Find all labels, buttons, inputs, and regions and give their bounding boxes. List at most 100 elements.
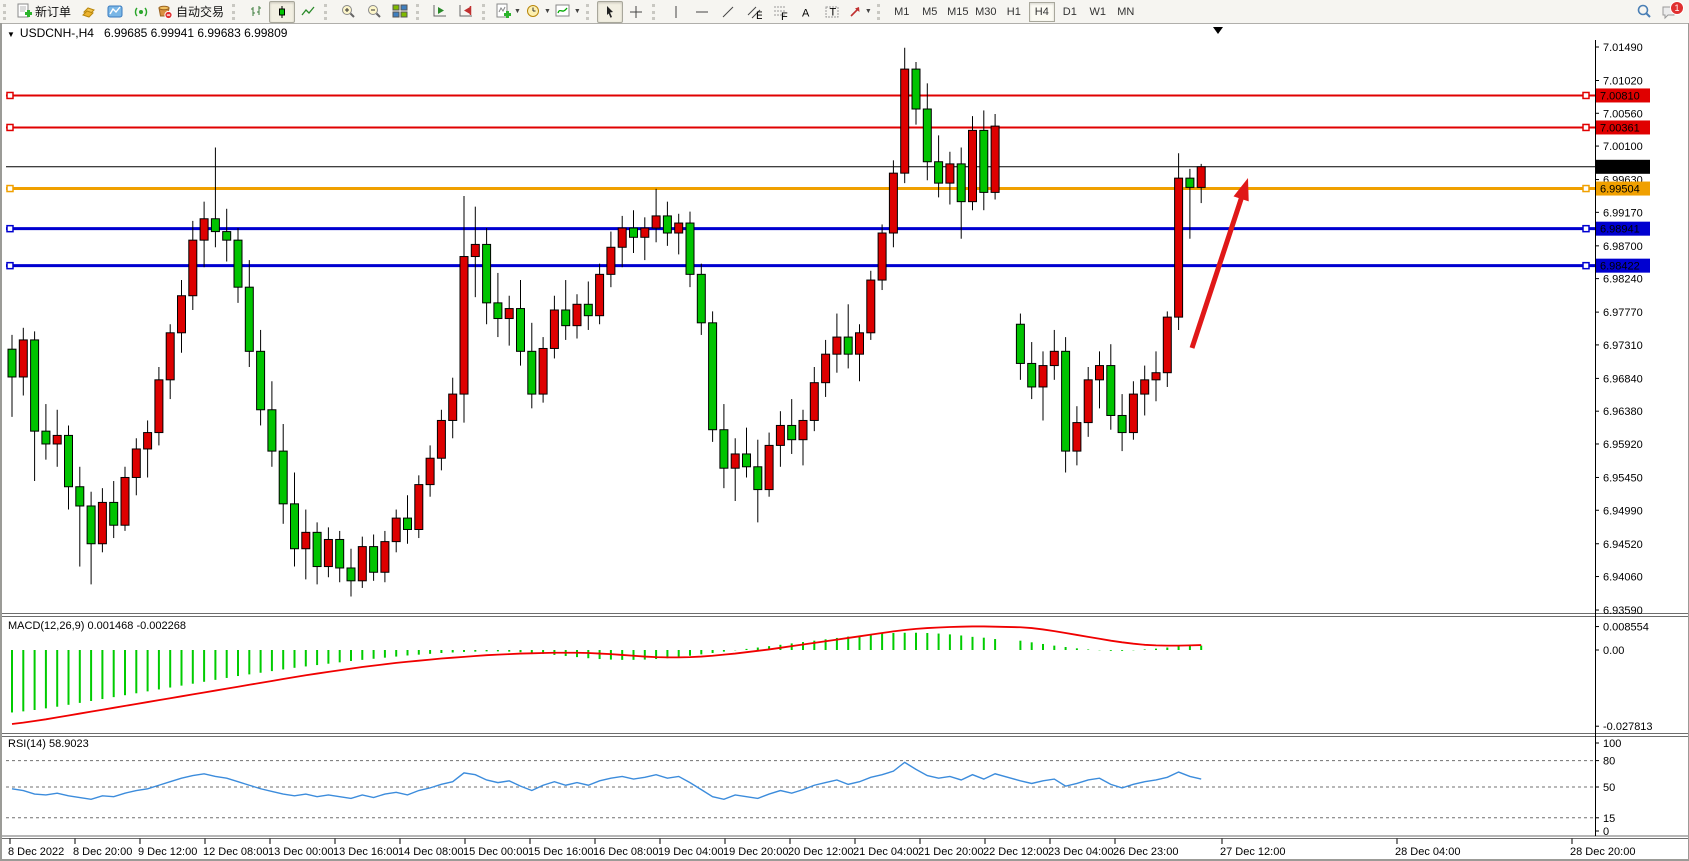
line-handle[interactable] [1583, 186, 1589, 192]
line-handle[interactable] [1583, 263, 1589, 269]
candle-down [1118, 415, 1126, 432]
line-handle[interactable] [1583, 124, 1589, 130]
timeframe-m1[interactable]: M1 [889, 2, 915, 22]
collapse-triangle-icon[interactable]: ▼ [7, 30, 15, 39]
rsi-label-row: RSI(14) 58.9023 [8, 738, 89, 750]
signals-button[interactable] [128, 1, 154, 23]
periods-button[interactable]: ▼ [523, 1, 553, 23]
line-handle[interactable] [7, 186, 13, 192]
time-label: 21 Dec 04:00 [853, 846, 918, 858]
trendline-button[interactable] [715, 1, 741, 23]
candle-up [878, 233, 886, 280]
line-handle[interactable] [7, 124, 13, 130]
candle-down [720, 430, 728, 468]
candle-up [856, 333, 864, 354]
text-button[interactable]: A [793, 1, 819, 23]
time-label: 15 Dec 16:00 [528, 846, 593, 858]
timeframe-h1[interactable]: H1 [1001, 2, 1027, 22]
candle-up [381, 542, 389, 573]
line-handle[interactable] [7, 92, 13, 98]
candlestick-icon [274, 4, 290, 20]
candle-up [1084, 380, 1092, 423]
candle-down [257, 351, 265, 409]
line-handle[interactable] [1583, 226, 1589, 232]
toolbar-grip [877, 4, 884, 20]
fibonacci-button[interactable]: F [767, 1, 793, 23]
arrow-objects-icon [847, 4, 863, 20]
chart-title-row: ▼USDCNH-,H46.99685 6.99941 6.99683 6.998… [7, 26, 287, 40]
candle-down [517, 309, 525, 352]
timeframe-m30[interactable]: M30 [973, 2, 999, 22]
new-order-button[interactable]: 新订单 [14, 1, 76, 23]
timeframe-bar: M1M5M15M30H1H4D1W1MN [888, 2, 1140, 22]
time-label: 26 Dec 23:00 [1113, 846, 1178, 858]
candle-down [1186, 178, 1194, 187]
trend-arrow-line[interactable] [1192, 193, 1243, 348]
candle-down [347, 568, 355, 581]
candle-up [550, 310, 558, 348]
shift-marker[interactable] [1213, 27, 1223, 34]
candle-down [87, 506, 95, 544]
candle-down [935, 162, 943, 183]
timeframe-d1[interactable]: D1 [1057, 2, 1083, 22]
candlestick-chart-button[interactable] [269, 1, 295, 23]
chart-symbol-period: USDCNH-,H4 [20, 26, 94, 40]
line-handle[interactable] [1583, 92, 1589, 98]
timeframe-w1[interactable]: W1 [1085, 2, 1111, 22]
candle-down [483, 244, 491, 302]
timeframe-h4[interactable]: H4 [1029, 2, 1055, 22]
auto-scroll-button[interactable] [453, 1, 479, 23]
zoom-out-button[interactable] [361, 1, 387, 23]
arrows-button[interactable]: ▼ [845, 1, 874, 23]
candle-down [562, 310, 570, 326]
price-tick-label: 6.97770 [1603, 307, 1643, 319]
gold-button[interactable] [76, 1, 102, 23]
bar-chart-button[interactable] [243, 1, 269, 23]
candle-up [324, 539, 332, 566]
rsi-line [12, 762, 1201, 799]
price-tick-label: 6.98240 [1603, 274, 1643, 286]
tile-windows-button[interactable] [387, 1, 413, 23]
equidistant-channel-button[interactable]: E [741, 1, 767, 23]
time-label: 20 Dec 12:00 [788, 846, 853, 858]
time-label: 22 Dec 12:00 [983, 846, 1048, 858]
candle-up [144, 433, 152, 449]
horizontal-line-icon [694, 4, 710, 20]
candle-down [404, 518, 412, 529]
candle-up [1096, 366, 1104, 380]
candle-down [42, 431, 50, 444]
candle-down [370, 547, 378, 573]
price-tick-label: 6.95920 [1603, 439, 1643, 451]
candle-down [1062, 351, 1070, 451]
time-label: 28 Dec 20:00 [1570, 846, 1635, 858]
candle-up [901, 69, 909, 173]
text-label-button[interactable]: T [819, 1, 845, 23]
crosshair-button[interactable] [623, 1, 649, 23]
timeframe-m5[interactable]: M5 [917, 2, 943, 22]
timeframe-mn[interactable]: MN [1113, 2, 1139, 22]
timeframe-m15[interactable]: M15 [945, 2, 971, 22]
chart-shift-button[interactable] [427, 1, 453, 23]
candle-down [110, 502, 118, 525]
cursor-button[interactable] [597, 1, 623, 23]
vertical-line-button[interactable] [663, 1, 689, 23]
auto-trading-button[interactable]: 自动交易 [154, 1, 229, 23]
chart-canvas[interactable]: 7.014907.010207.005607.001006.996306.991… [0, 0, 1689, 861]
window-border-left [0, 23, 2, 861]
search-button[interactable] [1631, 1, 1657, 23]
price-tick-label: 6.94060 [1603, 572, 1643, 584]
indicators-button[interactable]: ▼ [553, 1, 583, 23]
line-chart-button[interactable] [295, 1, 321, 23]
market-chart-button[interactable] [102, 1, 128, 23]
line-handle[interactable] [7, 263, 13, 269]
candle-up [1039, 366, 1047, 387]
zoom-in-button[interactable] [335, 1, 361, 23]
notifications-button[interactable]: 1 [1657, 1, 1683, 23]
candle-down [245, 287, 253, 351]
horizontal-line-button[interactable] [689, 1, 715, 23]
candle-down [754, 467, 762, 490]
line-handle[interactable] [7, 226, 13, 232]
line-chart-icon [300, 4, 316, 20]
new-chart-button[interactable]: ▼ [493, 1, 523, 23]
candle-down [279, 451, 287, 504]
